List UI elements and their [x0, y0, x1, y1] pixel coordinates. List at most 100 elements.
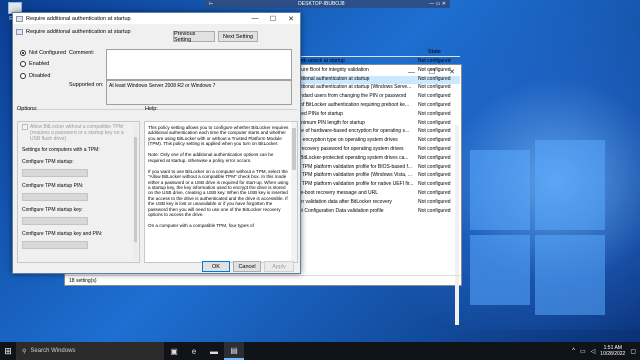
start-button[interactable]: ⊞: [0, 342, 16, 360]
policy-row-state: Not configured: [418, 137, 451, 144]
status-bar: 18 setting(s): [65, 275, 461, 285]
policy-row-state: Not configured: [418, 93, 451, 100]
wallpaper-pane: [470, 150, 530, 230]
group-policy-taskbar-icon[interactable]: ▤: [224, 342, 244, 360]
policy-row-name: dditional authentication at startup (Win…: [296, 84, 412, 91]
policy-row-state: Not configured: [418, 84, 451, 91]
state-column-header[interactable]: State: [428, 49, 441, 55]
minimize-icon[interactable]: —: [246, 15, 264, 22]
radio-enabled[interactable]: Enabled: [20, 61, 49, 67]
dialog-title: Require additional authentication at sta…: [26, 15, 131, 22]
radio-not-configured[interactable]: Not Configured: [20, 50, 66, 56]
system-tray: ^ ▭ ◁ 1:51 AM 10/28/2022 ▢: [572, 345, 640, 357]
maximize-icon[interactable]: ☐: [264, 15, 282, 23]
options-content: Allow BitLocker without a compatible TPM…: [22, 124, 134, 142]
help-text: This policy setting allows you to config…: [148, 125, 289, 229]
policy-row-state: Not configured: [418, 110, 451, 117]
policy-row-state: Not configured: [418, 66, 451, 73]
dialog-titlebar[interactable]: Require additional authentication at sta…: [13, 13, 300, 24]
help-label: Help:: [145, 106, 158, 112]
policy-row-state: Not configured: [418, 128, 451, 135]
search-icon: ⚲: [22, 348, 27, 355]
network-icon[interactable]: ▭: [580, 348, 586, 355]
previous-setting-button[interactable]: Previous Setting: [173, 31, 215, 43]
policy-row-name: work unlock at startup: [296, 58, 345, 64]
tpm-startup-key-pin-dropdown[interactable]: [22, 241, 88, 249]
checkbox-box: [22, 124, 28, 130]
policy-row-state: Not configured: [418, 119, 451, 126]
wallpaper-pane: [470, 235, 530, 305]
policy-row-name: pre-boot recovery message and URL: [296, 190, 378, 196]
supported-on-label: Supported on:: [69, 82, 104, 88]
policy-row-state: Not configured: [418, 58, 451, 64]
radio-dot: [20, 61, 26, 67]
policy-row-state: Not configured: [418, 198, 451, 205]
remote-desktop-connection-bar[interactable]: ⊢ DESKTOP-IBUBOJ8 — ▭ ✕: [205, 0, 450, 8]
tpm-settings-heading: Settings for computers with a TPM:: [22, 147, 100, 153]
tpm-startup-key-dropdown[interactable]: [22, 217, 88, 225]
policy-row-name: dditional authentication at startup: [296, 75, 370, 82]
policy-row-name: re TPM platform validation profile for B…: [296, 163, 413, 170]
tpm-startup-key-label: Configure TPM startup key:: [22, 207, 83, 213]
policy-row-name: e BitLocker-protected operating system d…: [296, 154, 409, 161]
radio-disabled[interactable]: Disabled: [20, 73, 50, 79]
help-panel[interactable]: This policy setting allows you to config…: [144, 121, 298, 263]
remote-host-name: DESKTOP-IBUBOJ8: [298, 1, 345, 7]
policy-setting-icon: [16, 29, 23, 35]
policy-row-state: Not configured: [418, 172, 451, 179]
apply-button[interactable]: Apply: [264, 261, 294, 272]
radio-dot-selected: [20, 50, 26, 56]
policy-setting-icon: [16, 15, 23, 22]
tpm-startup-pin-dropdown[interactable]: [22, 193, 88, 201]
policy-setting-dialog[interactable]: Require additional authentication at sta…: [12, 12, 301, 274]
policy-row-name: oot Configuration Data validation profil…: [296, 207, 384, 214]
comment-label: Comment:: [69, 50, 95, 56]
task-view-icon[interactable]: ▣: [164, 342, 184, 360]
policy-row-state: Not configured: [418, 181, 451, 188]
policy-row-name: minimum PIN length for startup: [296, 119, 365, 126]
tpm-startup-dropdown[interactable]: [22, 169, 88, 177]
options-scrollbar[interactable]: [133, 123, 138, 261]
supported-on-value: At least Windows Server 2008 R2 or Windo…: [109, 83, 216, 89]
options-label: Options:: [17, 106, 38, 112]
policy-row-name: re TPM platform validation profile (Wind…: [296, 172, 412, 179]
search-placeholder: Search Windows: [30, 348, 76, 354]
ok-button[interactable]: OK: [202, 261, 230, 272]
rdp-window-controls[interactable]: — ▭ ✕: [429, 1, 446, 7]
policy-row-name: use of hardware-based encryption for ope…: [296, 128, 410, 135]
radio-disabled-label: Disabled: [29, 73, 51, 79]
policy-row-name: ecure Boot for integrity validation: [296, 66, 369, 73]
setting-subheading: Require additional authentication at sta…: [16, 29, 131, 35]
policy-row-state: Not configured: [418, 190, 451, 196]
edge-browser-icon[interactable]: e: [184, 342, 204, 360]
taskbar: ⊞ ⚲ Search Windows ▣ e ▬ ▤ ^ ▭ ◁ 1:51 AM…: [0, 342, 640, 360]
policy-row-state: Not configured: [418, 75, 451, 82]
radio-dot: [20, 73, 26, 79]
policy-row-name: nced PINs for startup: [296, 110, 343, 117]
wallpaper-pane: [535, 140, 605, 230]
notifications-icon[interactable]: ▢: [630, 348, 636, 355]
policy-row-name: e of BitLocker authentication requiring …: [296, 102, 410, 108]
close-icon[interactable]: ✕: [282, 15, 300, 23]
tpm-startup-pin-label: Configure TPM startup PIN:: [22, 183, 84, 189]
allow-bitlocker-label: Allow BitLocker without a compatible TPM…: [30, 124, 124, 142]
volume-icon[interactable]: ◁: [591, 348, 596, 355]
windows-logo-icon: ⊞: [4, 345, 12, 356]
policy-row-name: ve encryption type on operating system d…: [296, 137, 398, 144]
file-explorer-icon[interactable]: ▬: [204, 342, 224, 360]
taskbar-search-box[interactable]: ⚲ Search Windows: [16, 342, 164, 360]
radio-not-configured-label: Not Configured: [29, 50, 66, 56]
allow-bitlocker-checkbox[interactable]: Allow BitLocker without a compatible TPM…: [22, 124, 134, 142]
policy-row-name: tion validation data after BitLocker rec…: [296, 198, 392, 205]
options-panel[interactable]: Allow BitLocker without a compatible TPM…: [17, 121, 140, 263]
next-setting-button[interactable]: Next Setting: [218, 31, 258, 42]
scrollbar-thumb[interactable]: [134, 137, 137, 242]
clock[interactable]: 1:51 AM 10/28/2022: [600, 345, 625, 357]
scrollbar-thumb[interactable]: [292, 128, 296, 170]
clock-date: 10/28/2022: [600, 351, 626, 357]
policy-row-state: Not configured: [418, 102, 451, 108]
tray-expand-icon[interactable]: ^: [572, 348, 575, 354]
help-scrollbar[interactable]: [291, 122, 297, 262]
comment-field[interactable]: [106, 49, 292, 80]
cancel-button[interactable]: Cancel: [233, 261, 261, 272]
